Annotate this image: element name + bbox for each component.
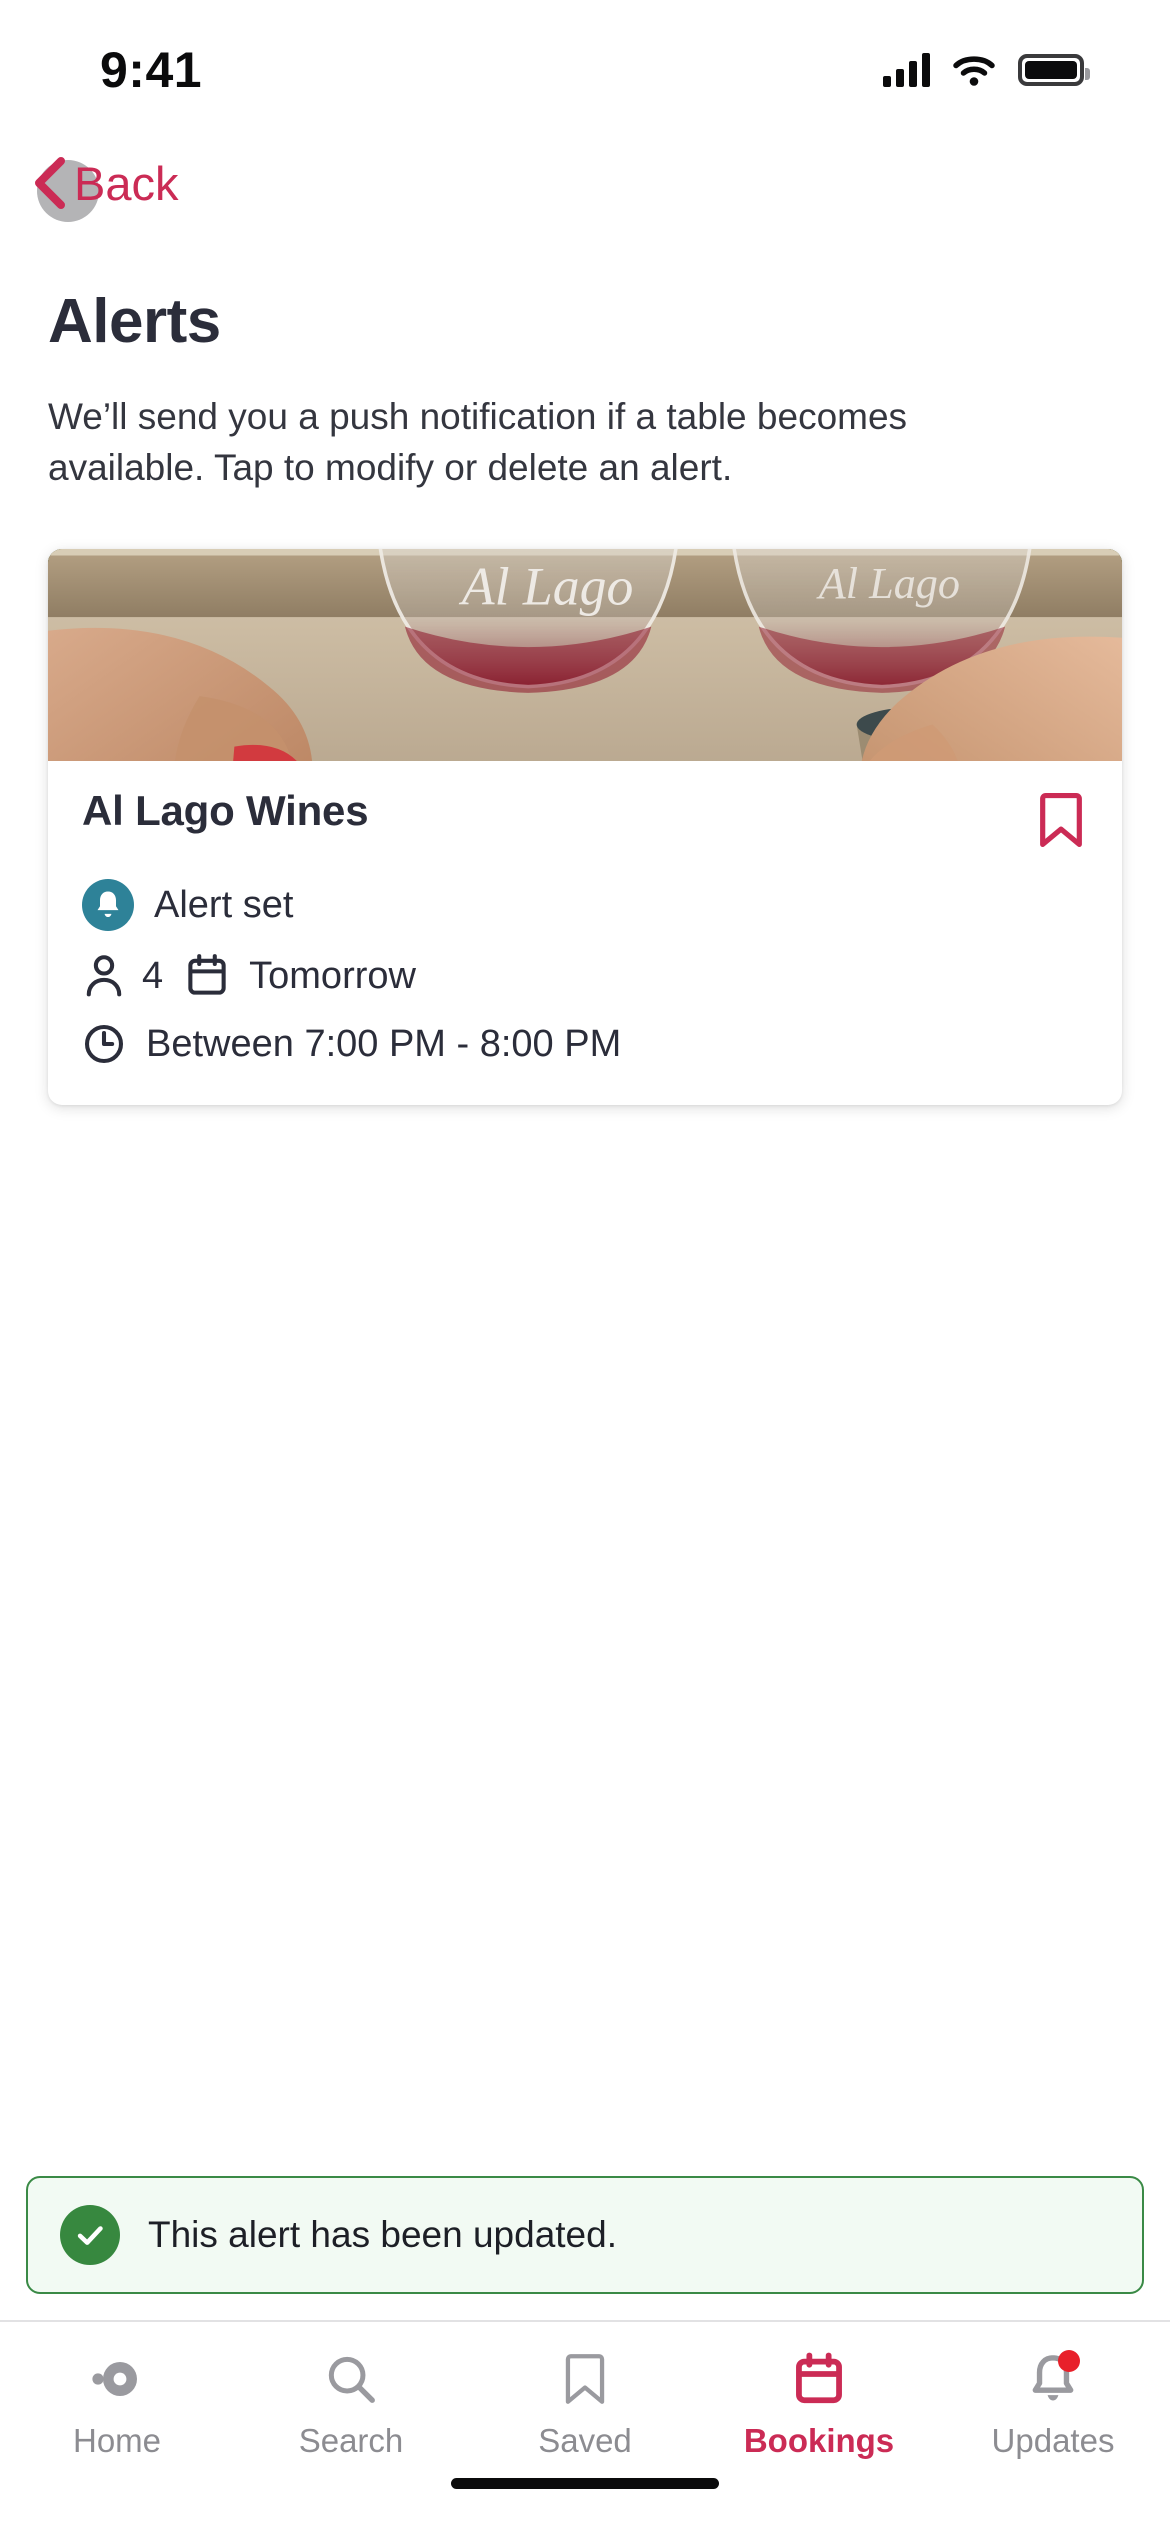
updates-badge — [1058, 2350, 1080, 2372]
back-button-label: Back — [74, 156, 179, 210]
tab-saved[interactable]: Saved — [468, 2348, 702, 2460]
tab-search-label: Search — [298, 2422, 404, 2459]
bottom-tab-bar: Home Search Saved Bookings Updates — [0, 2320, 1170, 2478]
battery-full-icon — [1018, 54, 1090, 86]
bell-icon — [1028, 2348, 1080, 2410]
tab-updates[interactable]: Updates — [936, 2348, 1170, 2460]
bookmark-button[interactable] — [1034, 787, 1088, 853]
alert-status-row: Alert set — [82, 879, 1088, 932]
svg-text:Al Lago: Al Lago — [459, 557, 634, 617]
person-icon — [82, 953, 126, 999]
alert-card-body: Al Lago Wines Alert set 4 Tomorrow Betwe… — [48, 761, 1122, 1105]
restaurant-name: Al Lago Wines — [82, 787, 369, 835]
alert-card[interactable]: Al Lago Al Lago Al Lago Wines Alert set … — [48, 549, 1122, 1106]
tab-bookings-label: Bookings — [743, 2422, 895, 2459]
toast-message: This alert has been updated. — [148, 2214, 617, 2255]
tab-search[interactable]: Search — [234, 2348, 468, 2460]
tab-saved-label: Saved — [538, 2422, 632, 2459]
wifi-icon — [953, 56, 995, 86]
chevron-left-icon — [35, 157, 65, 209]
alert-status-label: Alert set — [154, 883, 294, 926]
home-indicator — [0, 2478, 1170, 2532]
tab-home-label: Home — [72, 2422, 162, 2459]
calendar-icon — [185, 953, 229, 999]
app-screen: 9:41 Back Alerts We’ll send you a push n… — [0, 0, 1170, 2532]
tab-home[interactable]: Home — [0, 2348, 234, 2460]
tab-bookings[interactable]: Bookings — [702, 2348, 936, 2460]
nav-bar: Back — [0, 140, 1170, 226]
status-indicators — [883, 53, 1090, 87]
restaurant-photo: Al Lago Al Lago — [48, 549, 1122, 762]
alert-date-label: Tomorrow — [249, 954, 416, 997]
alert-card-header: Al Lago Wines — [82, 787, 1088, 853]
tab-updates-label: Updates — [991, 2422, 1115, 2459]
alert-time-label: Between 7:00 PM - 8:00 PM — [146, 1022, 622, 1065]
status-bar: 9:41 — [0, 0, 1170, 140]
clock-icon — [82, 1021, 126, 1067]
bookmark-icon — [1040, 793, 1082, 848]
page-title: Alerts — [48, 287, 221, 356]
search-icon — [324, 2348, 378, 2410]
svg-text:Al Lago: Al Lago — [816, 559, 960, 608]
party-size: 4 — [142, 954, 164, 997]
success-toast: This alert has been updated. — [26, 2176, 1144, 2294]
status-time: 9:41 — [100, 42, 203, 98]
bell-icon — [82, 879, 134, 932]
page-description: We’ll send you a push notification if a … — [48, 396, 908, 489]
back-button[interactable]: Back — [30, 155, 179, 211]
wine-glasses-photo: Al Lago Al Lago — [48, 549, 1122, 762]
bookmark-icon — [563, 2348, 607, 2410]
home-icon — [86, 2348, 148, 2410]
check-circle-icon — [60, 2205, 120, 2265]
bell-glyph-icon — [97, 891, 119, 918]
cellular-bars-icon — [883, 53, 930, 87]
time-row: Between 7:00 PM - 8:00 PM — [82, 1021, 1088, 1067]
party-date-row: 4 Tomorrow — [82, 953, 1088, 999]
check-glyph-icon — [77, 2226, 103, 2245]
calendar-icon — [793, 2348, 845, 2410]
